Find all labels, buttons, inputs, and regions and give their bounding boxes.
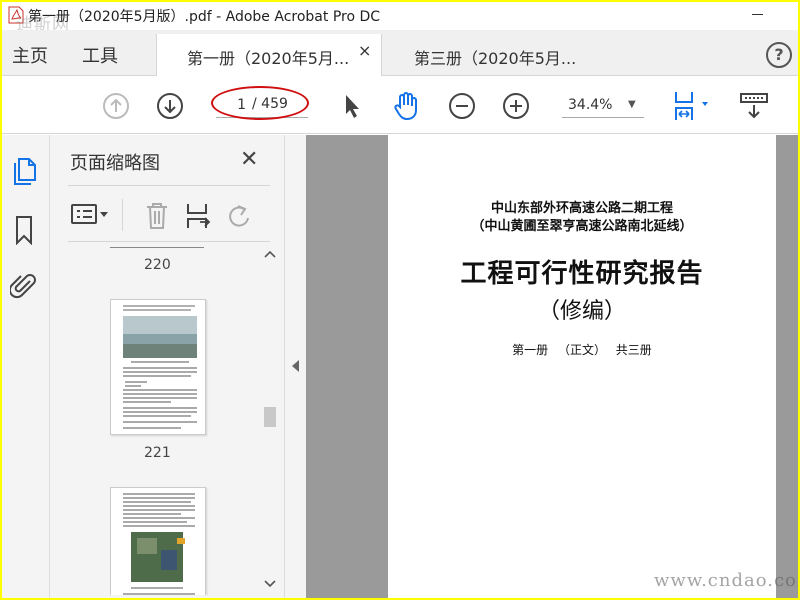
- thumbnail-label: 220: [144, 257, 171, 273]
- replace-page-icon[interactable]: [184, 201, 212, 231]
- divider: [68, 241, 270, 242]
- thumbnails-panel: 页面缩略图 ✕ 220 221: [50, 135, 284, 598]
- tab-label: 第三册（2020年5月...: [414, 49, 577, 68]
- minimize-button[interactable]: [748, 4, 768, 24]
- tab-label: 第一册（2020年5月...: [187, 49, 350, 68]
- thumbnail-page[interactable]: [110, 487, 206, 595]
- zoom-in-icon[interactable]: [502, 92, 530, 120]
- watermark-bottom: www.cndao.com: [654, 570, 798, 591]
- zoom-dropdown[interactable]: 34.4% ▼: [562, 94, 644, 118]
- thumbnail-page[interactable]: [110, 299, 206, 435]
- tab-document-1[interactable]: 第一册（2020年5月...: [156, 34, 382, 76]
- thumbnail-page-edge: [110, 247, 204, 248]
- doc-subtitle: （修编）: [537, 299, 626, 324]
- app-window: 第一册（2020年5月版）.pdf - Adobe Acrobat Pro DC…: [2, 2, 798, 598]
- toolbar: / 459 34.4% ▼: [2, 76, 798, 134]
- tab-bar: 主页 工具 第一册（2020年5月... × 第三册（2020年5月... ?: [2, 30, 798, 76]
- doc-project-subline: （中山黄圃至翠亨高速公路南北延线）: [471, 219, 693, 234]
- zoom-out-icon[interactable]: [448, 92, 476, 120]
- scroll-thumb[interactable]: [264, 407, 276, 427]
- prev-page-icon[interactable]: [102, 92, 130, 120]
- document-viewer[interactable]: 中山东部外环高速公路二期工程 （中山黄圃至翠亨高速公路南北延线） 工程可行性研究…: [306, 135, 798, 598]
- page-thumbnails-icon[interactable]: [12, 157, 38, 187]
- zoom-value: 34.4%: [568, 97, 613, 113]
- window-title: 第一册（2020年5月版）.pdf - Adobe Acrobat Pro DC: [28, 9, 381, 25]
- doc-project-line: 中山东部外环高速公路二期工程: [490, 201, 673, 216]
- doc-volume-info: 第一册 （正文） 共三册: [512, 343, 652, 357]
- document-page: 中山东部外环高速公路二期工程 （中山黄圃至翠亨高速公路南北延线） 工程可行性研究…: [388, 135, 776, 598]
- bookmark-icon[interactable]: [14, 215, 34, 245]
- divider: [122, 199, 123, 231]
- menu-tools[interactable]: 工具: [82, 42, 118, 68]
- thumbnail-list: 220 221: [68, 243, 258, 595]
- scroll-mode-icon[interactable]: [738, 90, 770, 122]
- scroll-up-icon[interactable]: [264, 249, 276, 259]
- thumbnail-page-image: [123, 305, 197, 429]
- menu-home[interactable]: 主页: [12, 42, 48, 68]
- doc-title: 工程可行性研究报告: [460, 259, 704, 289]
- close-icon[interactable]: ✕: [240, 147, 258, 172]
- chevron-down-icon: ▼: [628, 99, 636, 110]
- help-icon[interactable]: ?: [766, 42, 792, 68]
- panel-collapse-handle[interactable]: [284, 135, 306, 598]
- scroll-down-icon[interactable]: [264, 579, 276, 589]
- hand-tool-icon[interactable]: [392, 90, 422, 122]
- select-pointer-icon[interactable]: [340, 92, 364, 120]
- tab-close-icon[interactable]: ×: [358, 41, 371, 60]
- attachment-icon[interactable]: [10, 271, 38, 301]
- scrollbar[interactable]: [260, 243, 280, 595]
- highlight-oval: [211, 86, 309, 120]
- left-rail: [2, 135, 50, 598]
- panel-title: 页面缩略图: [70, 153, 160, 174]
- thumbnail-options-icon[interactable]: [70, 203, 110, 227]
- panel-tools: [68, 191, 270, 241]
- collapse-arrow-icon: [292, 360, 299, 372]
- divider: [68, 185, 270, 186]
- thumbnail-label: 221: [144, 445, 171, 461]
- fit-page-icon[interactable]: [670, 88, 714, 124]
- delete-icon[interactable]: [144, 201, 170, 231]
- thumbnail-page-image: [123, 493, 195, 595]
- next-page-icon[interactable]: [156, 92, 184, 120]
- title-bar: 第一册（2020年5月版）.pdf - Adobe Acrobat Pro DC…: [2, 2, 798, 35]
- tab-document-3[interactable]: 第三册（2020年5月...: [384, 34, 594, 76]
- rotate-icon[interactable]: [226, 203, 254, 231]
